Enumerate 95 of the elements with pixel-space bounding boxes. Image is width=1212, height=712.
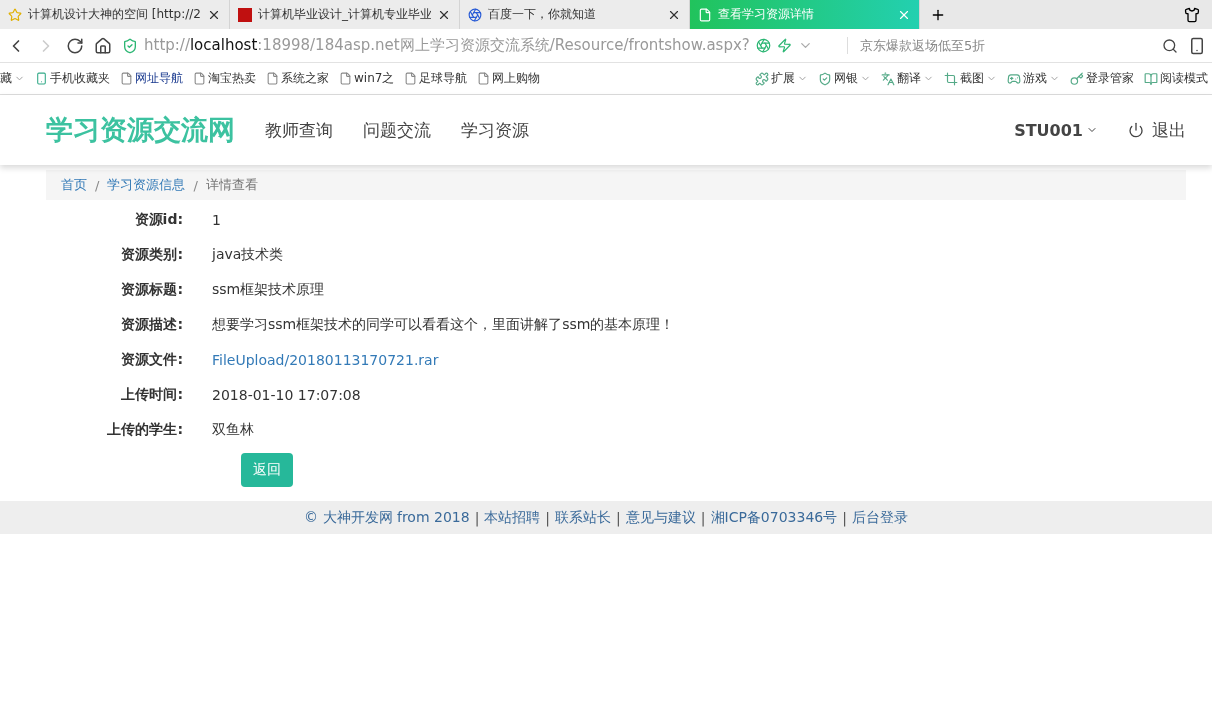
power-icon bbox=[1128, 122, 1144, 138]
nav-link[interactable]: 教师查询 bbox=[265, 118, 333, 142]
field-label: 资源标题: bbox=[120, 280, 184, 299]
bookmark-label: 藏 bbox=[0, 70, 12, 87]
nav-link[interactable]: 学习资源 bbox=[461, 118, 529, 142]
bookmark-label: 网上购物 bbox=[492, 70, 541, 87]
tool-label: 翻译 bbox=[897, 70, 921, 87]
toolbar-button[interactable]: 登录管家 bbox=[1070, 70, 1134, 87]
tool-label: 截图 bbox=[960, 70, 984, 87]
browser-tab[interactable]: 计算机毕业设计_计算机专业毕业 bbox=[230, 0, 460, 29]
bookmark-link[interactable]: 手机收藏夹 bbox=[35, 70, 110, 87]
nav-link[interactable]: 问题交流 bbox=[363, 118, 431, 142]
page-icon bbox=[266, 72, 279, 85]
breadcrumb-link[interactable]: 首页 bbox=[61, 176, 87, 194]
toolbar-button[interactable]: 网银 bbox=[818, 70, 871, 87]
bookmark-label: 淘宝热卖 bbox=[208, 70, 256, 87]
footer-link[interactable]: 湘ICP备0703346号 bbox=[710, 508, 838, 527]
tool-label: 游戏 bbox=[1023, 70, 1047, 87]
aperture-icon bbox=[755, 38, 771, 53]
document-icon bbox=[698, 7, 712, 22]
breadcrumb-separator: / bbox=[95, 177, 100, 193]
address-field[interactable]: http://localhost:18998/184asp.net网上学习资源交流系统/Resource/frontshow.aspx? bbox=[122, 31, 837, 60]
bookmark-label: 系统之家 bbox=[281, 70, 329, 87]
search-icon[interactable] bbox=[1162, 37, 1178, 54]
footer-link[interactable]: 意见与建议 bbox=[625, 508, 696, 527]
shield-icon bbox=[122, 37, 138, 54]
bookmark-label: 手机收藏夹 bbox=[50, 70, 110, 87]
bookmark-link[interactable]: 系统之家 bbox=[266, 70, 329, 87]
phone-icon bbox=[35, 72, 48, 85]
page-icon bbox=[193, 72, 206, 85]
bookmark-link[interactable]: 足球导航 bbox=[404, 70, 468, 87]
field-label: 资源描述: bbox=[120, 315, 184, 334]
copyright-text: © 大神开发网 from 2018 bbox=[304, 508, 470, 527]
footer-separator: | bbox=[700, 509, 706, 526]
bookmark-link[interactable]: 藏 bbox=[0, 70, 25, 87]
footer-separator: | bbox=[474, 509, 480, 526]
tool-label: 登录管家 bbox=[1086, 70, 1134, 87]
toolbar-button[interactable]: 游戏 bbox=[1007, 70, 1060, 87]
lightning-icon bbox=[776, 38, 792, 53]
tool-label: 扩展 bbox=[771, 70, 795, 87]
home-icon[interactable] bbox=[94, 36, 112, 55]
footer-link[interactable]: 联系站长 bbox=[555, 508, 612, 527]
field-value: java技术类 bbox=[212, 245, 284, 264]
shirt-icon[interactable] bbox=[1184, 6, 1200, 23]
favicon-icon bbox=[238, 7, 252, 22]
toolbar-button[interactable]: 翻译 bbox=[881, 70, 934, 87]
toolbar-button[interactable]: 截图 bbox=[944, 70, 997, 87]
tool-icon bbox=[818, 71, 832, 86]
toolbar-button[interactable]: 阅读模式 bbox=[1144, 70, 1208, 87]
toolbar-button[interactable]: 扩展 bbox=[755, 70, 808, 87]
breadcrumb-link[interactable]: 学习资源信息 bbox=[107, 176, 186, 194]
file-link[interactable]: FileUpload/20180113170721.rar bbox=[212, 351, 439, 368]
browser-tab[interactable]: 计算机设计大神的空间 [http://2 bbox=[0, 0, 230, 29]
bookmark-link[interactable]: 淘宝热卖 bbox=[193, 70, 256, 87]
field-label: 上传时间: bbox=[120, 385, 184, 404]
tool-label: 阅读模式 bbox=[1160, 70, 1208, 87]
field-label: 资源id: bbox=[133, 210, 184, 229]
field-value: 1 bbox=[212, 211, 221, 228]
tool-icon bbox=[944, 71, 958, 86]
tool-icon bbox=[1007, 71, 1021, 86]
tool-icon bbox=[1144, 71, 1158, 86]
bookmark-link[interactable]: 网上购物 bbox=[477, 70, 541, 87]
tool-icon bbox=[755, 71, 769, 86]
bookmark-label: win7之 bbox=[354, 70, 395, 87]
page-icon bbox=[477, 72, 491, 85]
reload-icon[interactable] bbox=[66, 36, 84, 55]
breadcrumb-separator: / bbox=[193, 177, 198, 193]
footer-separator: | bbox=[545, 509, 551, 526]
tool-icon bbox=[1070, 71, 1084, 86]
footer-link[interactable]: 后台登录 bbox=[851, 508, 908, 527]
footer-separator: | bbox=[616, 509, 621, 526]
breadcrumb-current: 详情查看 bbox=[205, 176, 258, 194]
user-menu[interactable]: STU001 bbox=[1014, 120, 1098, 140]
phone-icon[interactable] bbox=[1188, 36, 1206, 55]
bookmark-link[interactable]: win7之 bbox=[339, 70, 395, 87]
tool-icon bbox=[881, 71, 895, 86]
bookmark-label: 足球导航 bbox=[419, 70, 468, 87]
footer-separator: | bbox=[842, 509, 847, 526]
page-icon bbox=[120, 72, 133, 85]
bookmark-label: 网址导航 bbox=[135, 70, 183, 87]
field-value: ssm框架技术原理 bbox=[212, 280, 325, 299]
logout-link[interactable]: 退出 bbox=[1128, 118, 1186, 142]
field-label: 资源类别: bbox=[120, 245, 184, 264]
page-icon bbox=[339, 72, 352, 85]
tool-label: 网银 bbox=[834, 70, 858, 87]
page-icon bbox=[404, 72, 418, 85]
field-value: 想要学习ssm框架技术的同学可以看看这个，里面讲解了ssm的基本原理！ bbox=[212, 315, 675, 334]
field-label: 上传的学生: bbox=[106, 420, 184, 439]
bookmark-link[interactable]: 网址导航 bbox=[120, 70, 183, 87]
star-icon bbox=[8, 7, 22, 22]
field-label: 资源文件: bbox=[120, 350, 184, 369]
browser-tab[interactable]: 百度一下，你就知道 bbox=[460, 0, 690, 29]
field-value: 2018-01-10 17:07:08 bbox=[212, 386, 361, 403]
footer-link[interactable]: 本站招聘 bbox=[484, 508, 541, 527]
field-value: 双鱼林 bbox=[212, 420, 254, 439]
